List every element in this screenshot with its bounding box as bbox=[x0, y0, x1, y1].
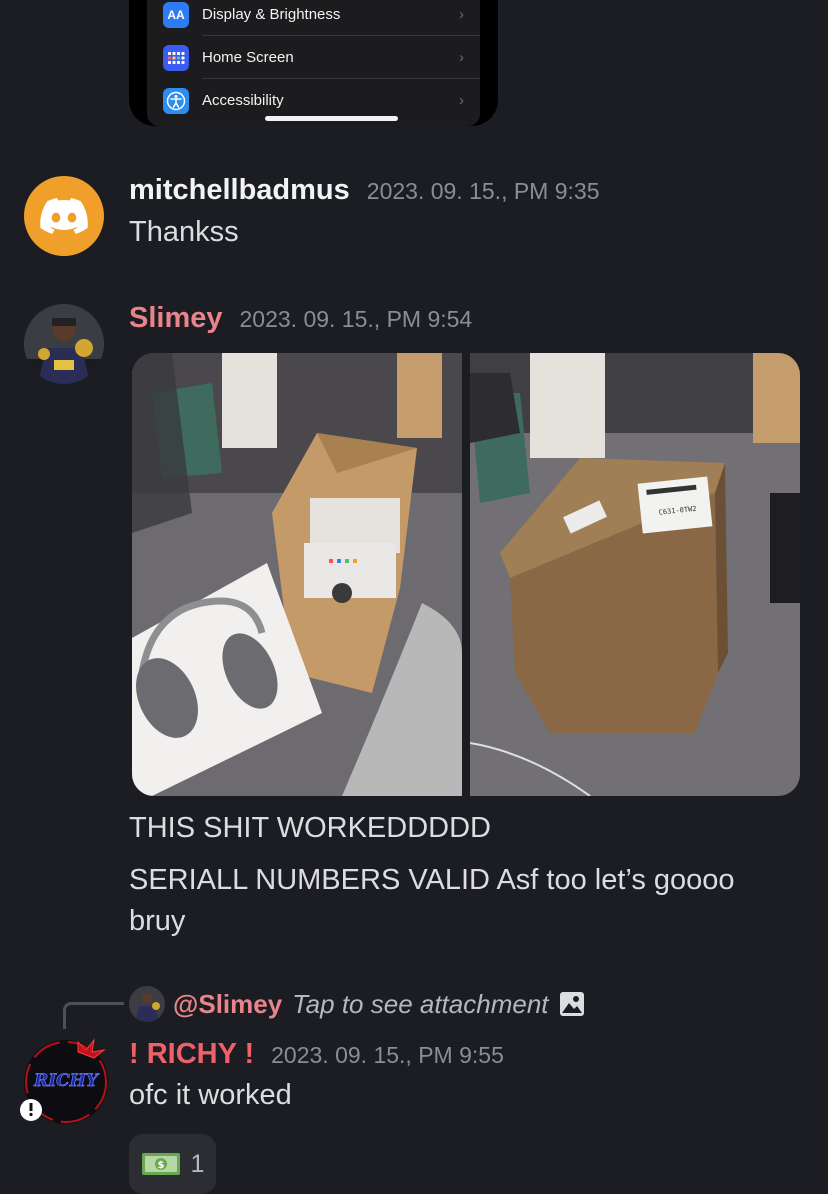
chevron-right-icon: › bbox=[459, 92, 464, 109]
username[interactable]: mitchellbadmus bbox=[129, 174, 350, 207]
settings-row-label: Home Screen bbox=[202, 49, 294, 66]
message-header: ! RICHY ! 2023. 09. 15., PM 9:55 bbox=[129, 1038, 504, 1071]
settings-row-label: Display & Brightness bbox=[202, 6, 341, 23]
message-header: mitchellbadmus 2023. 09. 15., PM 9:35 bbox=[129, 174, 600, 207]
message-header: Slimey 2023. 09. 15., PM 9:54 bbox=[129, 302, 472, 335]
reply-connector bbox=[63, 1002, 124, 1029]
message-text: THIS SHIT WORKEDDDDD bbox=[129, 812, 491, 844]
settings-row-display: AA Display & Brightness › bbox=[147, 0, 480, 36]
image-icon bbox=[559, 992, 584, 1016]
chevron-right-icon: › bbox=[459, 6, 464, 23]
svg-text:$: $ bbox=[157, 1160, 164, 1171]
attachment-phone-screenshot[interactable]: AA Display & Brightness › Home Screen › bbox=[129, 0, 498, 126]
home-indicator bbox=[265, 116, 398, 121]
reply-text[interactable]: Tap to see attachment bbox=[292, 989, 548, 1020]
message-text: ofc it worked bbox=[129, 1079, 292, 1111]
reaction-chip[interactable]: $ 1 bbox=[129, 1134, 216, 1194]
timestamp: 2023. 09. 15., PM 9:54 bbox=[239, 306, 473, 332]
attachment-image-sealed-box[interactable]: C631-0TW2 bbox=[470, 353, 800, 796]
reaction-count: 1 bbox=[190, 1149, 205, 1178]
settings-row-label: Accessibility bbox=[202, 92, 284, 109]
attachment-image-airpods-box[interactable] bbox=[132, 353, 462, 796]
money-bag-icon: $ bbox=[141, 1153, 180, 1175]
timestamp: 2023. 09. 15., PM 9:35 bbox=[366, 178, 600, 204]
avatar-richy-text: RICHY bbox=[33, 1071, 100, 1091]
reply-reference[interactable]: @Slimey Tap to see attachment bbox=[129, 986, 585, 1022]
username[interactable]: ! RICHY ! bbox=[129, 1038, 254, 1071]
home-screen-icon bbox=[163, 44, 189, 71]
message-text: SERIALL NUMBERS VALID Asf too let’s gooo… bbox=[129, 864, 735, 896]
accessibility-icon bbox=[163, 87, 189, 114]
timestamp: 2023. 09. 15., PM 9:55 bbox=[271, 1042, 504, 1068]
username[interactable]: Slimey bbox=[129, 302, 223, 335]
avatar-slimey[interactable] bbox=[24, 304, 104, 384]
message-text: Thankss bbox=[129, 216, 239, 248]
avatar-richy[interactable]: RICHY bbox=[20, 1034, 112, 1126]
message-text: bruy bbox=[129, 905, 186, 937]
reply-avatar bbox=[129, 986, 165, 1022]
settings-panel: AA Display & Brightness › Home Screen › bbox=[147, 0, 480, 126]
discord-logo-icon bbox=[40, 198, 88, 234]
reply-mention[interactable]: @Slimey bbox=[173, 989, 282, 1020]
settings-row-home-screen: Home Screen › bbox=[147, 36, 480, 79]
display-brightness-icon: AA bbox=[163, 1, 189, 28]
chevron-right-icon: › bbox=[459, 49, 464, 66]
avatar-mitchellbadmus[interactable] bbox=[24, 176, 104, 256]
